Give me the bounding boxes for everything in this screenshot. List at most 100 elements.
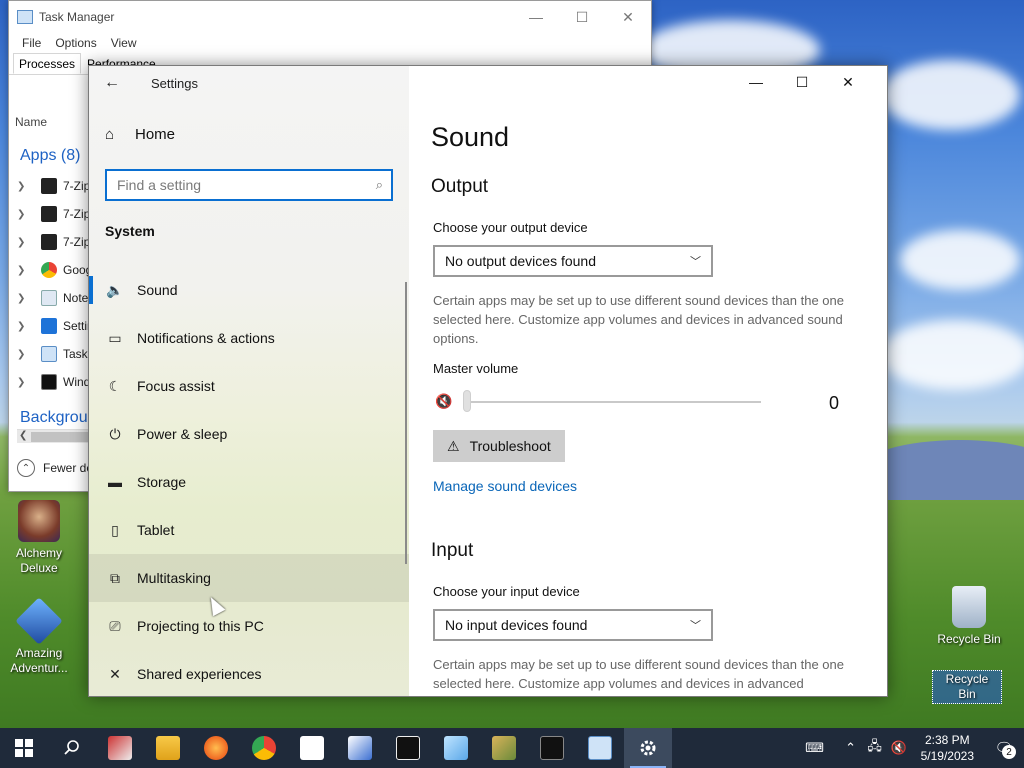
- chevron-right-icon[interactable]: ❯: [17, 293, 29, 304]
- home-icon: ⌂: [105, 126, 115, 143]
- volume-muted-icon[interactable]: 🔇: [887, 740, 911, 756]
- system-group-label: System: [105, 223, 155, 239]
- m-app-icon: [300, 736, 324, 760]
- start-button[interactable]: [0, 728, 48, 768]
- taskbar-app-file-explorer[interactable]: [144, 728, 192, 768]
- keyboard-icon[interactable]: ⌨: [803, 740, 827, 756]
- settings-titlebar[interactable]: ← Settings: [89, 66, 409, 100]
- task-manager-title: Task Manager: [39, 10, 115, 24]
- taskbar-app-terminal[interactable]: [528, 728, 576, 768]
- desktop-icon-recycle-bin[interactable]: Recycle Bin: [932, 670, 1002, 704]
- terminal-icon: [41, 374, 57, 390]
- process-row[interactable]: ❯ 7-Zip: [17, 173, 90, 199]
- home-nav-item[interactable]: ⌂ Home: [105, 126, 175, 143]
- troubleshoot-button[interactable]: ⚠ Troubleshoot: [433, 430, 565, 462]
- nav-item-sound[interactable]: 🔈 Sound: [89, 266, 409, 314]
- task-manager-menubar: File Options View: [9, 33, 651, 53]
- output-device-value: No output devices found: [445, 253, 596, 269]
- apps-group-header: Apps (8): [20, 147, 81, 164]
- desktop-icon-alchemy[interactable]: Alchemy Deluxe: [4, 500, 74, 576]
- desktop-icon-amazing-adventures[interactable]: Amazing Adventur...: [4, 597, 74, 676]
- search-input[interactable]: [115, 176, 376, 194]
- search-box[interactable]: ⌕: [105, 169, 393, 201]
- input-device-value: No input devices found: [445, 617, 588, 633]
- nav-item-storage[interactable]: ▬ Storage: [89, 458, 409, 506]
- maximize-icon[interactable]: ☐: [559, 1, 605, 33]
- nav-item-notifications[interactable]: ▭ Notifications & actions: [89, 314, 409, 362]
- taskbar-app-chrome[interactable]: [240, 728, 288, 768]
- tab-processes[interactable]: Processes: [13, 53, 82, 74]
- menu-view[interactable]: View: [104, 36, 144, 50]
- background-processes-header: Backgrou: [20, 409, 88, 426]
- manage-sound-devices-link[interactable]: Manage sound devices: [433, 478, 577, 494]
- column-header-name[interactable]: Name: [15, 115, 47, 129]
- chevron-right-icon[interactable]: ❯: [17, 181, 29, 192]
- chevron-right-icon[interactable]: ❯: [17, 237, 29, 248]
- input-device-dropdown[interactable]: No input devices found ﹀: [433, 609, 713, 641]
- chevron-right-icon[interactable]: ❯: [17, 377, 29, 388]
- taskbar-app-firefox[interactable]: [192, 728, 240, 768]
- 7zip-icon: [41, 234, 57, 250]
- minimize-icon[interactable]: —: [513, 1, 559, 33]
- desktop-icon-label: Alchemy Deluxe: [15, 546, 62, 575]
- cloud: [900, 230, 1020, 290]
- master-volume-control: 🔇 0: [433, 388, 843, 416]
- volume-slider-track[interactable]: [465, 401, 761, 403]
- clock[interactable]: 2:38 PM 5/19/2023: [911, 732, 984, 764]
- nav-item-projecting[interactable]: ⎚ Projecting to this PC: [89, 602, 409, 650]
- nav-item-label: Shared experiences: [137, 666, 262, 682]
- taskbar-app-task-manager[interactable]: [576, 728, 624, 768]
- taskbar: ⌨ ⌃ 🖧 🔇 2:38 PM 5/19/2023 🗨 2: [0, 728, 1024, 768]
- nav-item-multitasking[interactable]: ⧉ Multitasking: [89, 554, 409, 602]
- network-icon[interactable]: 🖧: [863, 737, 887, 759]
- minimize-icon[interactable]: —: [733, 66, 779, 98]
- chevron-right-icon[interactable]: ❯: [17, 209, 29, 220]
- process-row[interactable]: ❯ Wind: [17, 369, 90, 395]
- paint-icon: [348, 736, 372, 760]
- taskbar-app-package[interactable]: [480, 728, 528, 768]
- process-row[interactable]: ❯ Note: [17, 285, 88, 311]
- action-center-button[interactable]: 🗨 2: [984, 728, 1024, 768]
- chevron-right-icon[interactable]: ❯: [17, 265, 29, 276]
- horizontal-scrollbar[interactable]: ❮: [17, 429, 97, 443]
- system-tray: ⌨ ⌃ 🖧 🔇 2:38 PM 5/19/2023 🗨 2: [803, 728, 1024, 768]
- taskbar-app-paint[interactable]: [336, 728, 384, 768]
- desktop-icon-label: Recycle Bin: [932, 670, 1002, 704]
- back-arrow-icon[interactable]: ←: [89, 66, 135, 100]
- search-taskbar-button[interactable]: [48, 728, 96, 768]
- desktop-icon-label: Amazing Adventur...: [10, 646, 68, 675]
- chevron-right-icon[interactable]: ❯: [17, 321, 29, 332]
- process-row[interactable]: ❯ 7-Zip: [17, 229, 90, 255]
- menu-options[interactable]: Options: [48, 36, 103, 50]
- maximize-icon[interactable]: ☐: [779, 66, 825, 98]
- output-device-dropdown[interactable]: No output devices found ﹀: [433, 245, 713, 277]
- chevron-right-icon[interactable]: ❯: [17, 349, 29, 360]
- power-icon: ⏻: [109, 425, 121, 442]
- taskbar-app-m[interactable]: [288, 728, 336, 768]
- close-icon[interactable]: ✕: [605, 1, 651, 33]
- terminal-icon: [540, 736, 564, 760]
- volume-slider-thumb[interactable]: [463, 390, 471, 412]
- process-row[interactable]: ❯ Goog: [17, 257, 92, 283]
- nav-scrollbar[interactable]: [405, 282, 407, 564]
- taskbar-app-notes[interactable]: [432, 728, 480, 768]
- notifications-icon: ▭: [108, 329, 122, 346]
- taskbar-app-settings[interactable]: [624, 728, 672, 768]
- nav-item-power-sleep[interactable]: ⏻ Power & sleep: [89, 410, 409, 458]
- menu-file[interactable]: File: [15, 36, 48, 50]
- nav-item-tablet[interactable]: ▯ Tablet: [89, 506, 409, 554]
- taskbar-app-7zip[interactable]: [384, 728, 432, 768]
- search-icon[interactable]: ⌕: [376, 177, 383, 193]
- cloud: [880, 60, 1020, 130]
- close-icon[interactable]: ✕: [825, 66, 871, 98]
- scroll-left-icon[interactable]: ❮: [19, 430, 27, 441]
- process-row[interactable]: ❯ 7-Zip: [17, 201, 90, 227]
- speaker-muted-icon[interactable]: 🔇: [435, 393, 452, 410]
- fewer-details-button[interactable]: ⌃ Fewer de: [17, 459, 93, 477]
- nav-item-focus-assist[interactable]: ☾ Focus assist: [89, 362, 409, 410]
- chevron-up-icon[interactable]: ⌃: [839, 740, 863, 756]
- taskbar-app-vehicle[interactable]: [96, 728, 144, 768]
- gear-icon: [640, 740, 656, 756]
- process-row[interactable]: ❯ Settin: [17, 313, 94, 339]
- nav-item-shared-experiences[interactable]: ✕ Shared experiences: [89, 650, 409, 696]
